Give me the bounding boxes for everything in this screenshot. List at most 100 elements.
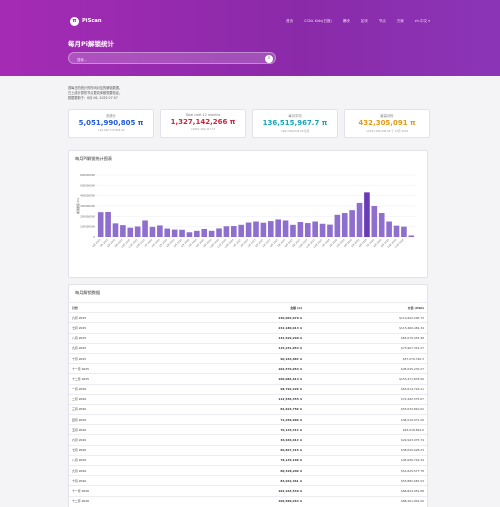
menu-item-plans[interactable]: 方案 <box>397 19 404 24</box>
search-input[interactable]: 搜索... <box>77 57 87 62</box>
unlock-table: 月份 金额 (π) 价值 (USD) 六月 2025 240,062,070 π $… <box>69 302 427 506</box>
menu-item-daily[interactable]: CCNL Kids(日报) <box>304 19 332 24</box>
chart-bar <box>97 212 104 237</box>
amount-cell: 106,560,264 π <box>278 499 302 504</box>
usd-cell: $38,050,028.23 <box>401 448 424 453</box>
month-cell: 九月 2026 <box>72 468 87 473</box>
month-cell: 一月 2026 <box>72 387 87 392</box>
amount-cell: 80,428,200 π <box>280 468 302 473</box>
usd-cell: $45,006,742.34 <box>401 458 424 463</box>
chart-bar <box>393 225 400 237</box>
usd-cell: $45,018,824.0 <box>402 427 424 432</box>
month-cell: 六月 2026 <box>72 438 87 443</box>
table-row: 一月 2026 98,792,229 π $63,614,716.21 <box>69 383 427 394</box>
y-tick-label: 500000000 <box>80 183 95 187</box>
month-cell: 四月 2026 <box>72 417 87 422</box>
chart-bar <box>356 202 363 237</box>
stat-value: 136,515,967.7 π <box>262 119 328 127</box>
chart-bar <box>282 220 289 237</box>
info-notes: 按每日的统计的时间对应的解锁数据。 已上线计算的节点更具体都需要验证。 数据更新… <box>68 86 122 101</box>
menu-item-nodes[interactable]: 节点 <box>379 19 386 24</box>
month-cell: 五月 2026 <box>72 427 87 432</box>
chart-bar <box>275 219 281 237</box>
table-title: 每月解锁数据 <box>75 290 101 295</box>
chart-bar <box>171 229 178 237</box>
amount-cell: 240,062,070 π <box>278 315 302 320</box>
unlock-bar-chart: 600000000 500000000 400000000 300000000 2000… <box>76 173 415 249</box>
table-row: 四月 2026 72,456,990 π $46,510,071.20 <box>69 414 427 424</box>
table-row: 八月 2025 132,529,200 π $65,070,453.48 <box>69 332 427 343</box>
table-row: 十月 2026 83,942,361 π $53,882,681.53 <box>69 475 427 485</box>
y-tick-label: 300000000 <box>80 204 95 208</box>
y-tick-label: 200000000 <box>80 214 95 218</box>
month-cell: 七月 2025 <box>72 325 87 330</box>
amount-cell: 102,570,954 π <box>278 366 302 371</box>
y-tick-label: 600000000 <box>80 173 95 177</box>
chart-bar <box>260 222 267 237</box>
month-cell: 七月 2026 <box>72 448 87 453</box>
header-banner: π PiScan 首页 CCNL Kids(日报) 爆块 区块 节点 方案 zh… <box>0 0 500 76</box>
chart-bar <box>253 221 259 237</box>
chart-bar <box>216 228 222 237</box>
chart-bar <box>386 221 392 237</box>
amount-cell: 104,103,539 π <box>278 488 302 493</box>
stat-sub: ≈$61,580,045.00 每月 <box>280 130 310 133</box>
usd-cell: $57,070,740.3 <box>402 356 424 361</box>
search-box[interactable]: 搜索... ⌕ <box>68 52 276 64</box>
chart-bar <box>245 222 252 237</box>
stat-card-next-12-months: Total next 12 months 1,327,142,266 π ≈$6… <box>160 109 246 138</box>
usd-cell: $29,943,075.74 <box>401 438 424 443</box>
search-icon[interactable]: ⌕ <box>265 55 273 63</box>
chart-bar <box>238 224 245 237</box>
amount-cell: 115,231,954 π <box>278 346 302 351</box>
chart-bar <box>378 213 385 237</box>
y-tick-label: 100000000 <box>80 225 95 229</box>
chart-panel: 每月Pi解锁统计图表 600000000 500000000 400000000 30… <box>68 150 428 278</box>
chart-bar <box>290 224 296 237</box>
menu-item-blocks-found[interactable]: 爆块 <box>343 19 350 24</box>
chart-bar <box>134 226 141 237</box>
usd-cell: $65,070,453.48 <box>401 336 424 341</box>
amount-cell: 90,163,083 π <box>280 356 302 361</box>
chart-bar <box>142 220 148 237</box>
stat-label: 总统计 <box>106 114 116 118</box>
table-row: 十月 2025 90,163,083 π $57,070,740.3 <box>69 352 427 363</box>
language-selector[interactable]: zh-中文 ▾ <box>415 19 430 24</box>
chart-bar <box>164 228 171 237</box>
menu-item-blocks[interactable]: 区块 <box>361 19 368 24</box>
month-cell: 二月 2026 <box>72 397 87 402</box>
chart-bar <box>127 227 134 237</box>
stat-sub: ≈$2,290,773,803.00 <box>97 129 125 132</box>
usd-cell: $53,034,810.02 <box>401 407 424 412</box>
amount-cell: 78,145,168 π <box>280 458 302 463</box>
chart-bar <box>312 221 318 237</box>
usd-cell: $63,614,716.21 <box>401 387 424 392</box>
chart-bar <box>401 226 407 237</box>
amount-cell: 70,133,414 π <box>280 427 302 432</box>
table-row: 二月 2026 112,530,355 π $72,492,575.67 <box>69 393 427 404</box>
y-axis-label: 解锁数量 (Pi) <box>76 198 80 213</box>
brand-logo[interactable]: π PiScan <box>70 16 102 26</box>
month-cell: 三月 2026 <box>72 407 87 412</box>
table-panel: 每月解锁数据 月份 金额 (π) 价值 (USD) 六月 2025 240,062… <box>68 284 428 507</box>
chart-bar <box>341 213 348 237</box>
chart-bar <box>157 225 163 237</box>
amount-cell: 160,084,613 π <box>278 376 302 381</box>
stat-card-total: 总统计 5,051,990,805 π ≈$2,290,773,803.00 <box>68 109 154 138</box>
chart-bar <box>349 210 355 237</box>
amount-cell: 82,624,759 π <box>280 407 302 412</box>
chart-bar <box>223 226 230 237</box>
month-cell: 十二月 2026 <box>72 499 89 504</box>
amount-cell: 132,529,200 π <box>278 336 302 341</box>
table-row: 十一月 2025 102,570,954 π $45,045,270.27 <box>69 363 427 373</box>
table-row: 六月 2025 240,062,070 π $114,622,200.73 <box>69 312 427 322</box>
chart-bar <box>231 226 237 237</box>
month-cell: 八月 2026 <box>72 458 87 463</box>
col-month-header: 月份 <box>72 305 78 310</box>
table-row: 七月 2025 242,180,013 π $115,460,482.34 <box>69 322 427 332</box>
table-row: 八月 2026 78,145,168 π $45,006,742.34 <box>69 454 427 465</box>
chart-bar <box>408 235 415 237</box>
menu-item-home[interactable]: 首页 <box>286 19 293 24</box>
note-line: 数据更新于：6月 06, 2025 07:57 <box>68 96 118 100</box>
chart-bar <box>194 230 200 237</box>
